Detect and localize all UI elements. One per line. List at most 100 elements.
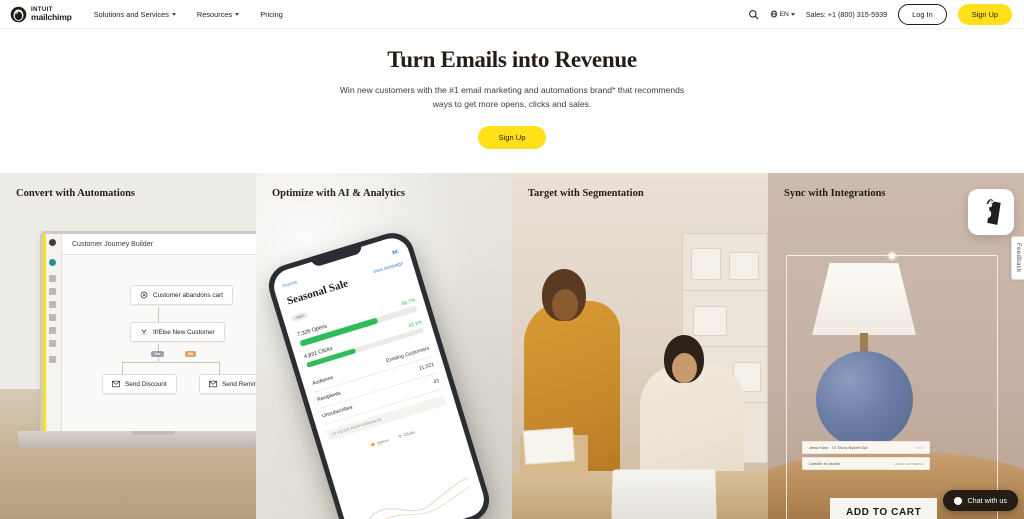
sidebar-search-icon[interactable] bbox=[49, 356, 56, 364]
legend-label: Opens bbox=[376, 437, 390, 446]
legend-item-clicks: Clicks bbox=[397, 429, 415, 439]
journey-node-send-discount[interactable]: Send Discount bbox=[102, 374, 177, 395]
paper-stack bbox=[522, 427, 576, 465]
shopify-bag-icon bbox=[983, 199, 1001, 225]
locale-selector[interactable]: EN bbox=[770, 10, 795, 18]
page-title: Turn Emails into Revenue bbox=[387, 47, 637, 72]
back-link[interactable]: Reports bbox=[282, 279, 298, 289]
storage-box bbox=[693, 306, 727, 337]
row-label: Recipients bbox=[316, 390, 342, 404]
sidebar-item-campaigns-icon[interactable] bbox=[49, 288, 56, 296]
app-topbar-title: Customer Journey Builder bbox=[72, 240, 153, 248]
card-optimize-with-ai-analytics[interactable]: Optimize with AI & Analytics Reports ▮▮▯… bbox=[256, 173, 512, 519]
globe-icon bbox=[770, 10, 777, 18]
sidebar-item-content-icon[interactable] bbox=[49, 314, 56, 322]
chat-bubble-icon bbox=[954, 496, 963, 505]
storage-box bbox=[729, 252, 759, 281]
login-button[interactable]: Log In bbox=[898, 3, 947, 25]
nav-item-solutions[interactable]: Solutions and Services bbox=[94, 10, 176, 19]
sidebar-logo-icon bbox=[49, 239, 56, 247]
split-branch-icon bbox=[140, 328, 148, 336]
nav-item-pricing[interactable]: Pricing bbox=[260, 10, 283, 19]
connector-line bbox=[219, 362, 220, 375]
card-convert-with-automations[interactable]: Convert with Automations Customer Journe… bbox=[0, 173, 256, 519]
card-sync-with-integrations[interactable]: Jessi Klein · I'll Show Myself Out N-Y C… bbox=[768, 173, 1024, 519]
person-standing-face bbox=[552, 289, 578, 322]
search-icon[interactable] bbox=[748, 9, 759, 20]
node-label: Customer abandons cart bbox=[153, 291, 223, 299]
signal-icons: ▮▮▯ bbox=[391, 248, 400, 255]
node-label: If/Else New Customer bbox=[153, 328, 215, 336]
feedback-tab[interactable]: Feedback bbox=[1011, 236, 1024, 280]
add-to-cart-button[interactable]: ADD TO CART bbox=[830, 498, 938, 519]
person-seated-face bbox=[672, 353, 697, 384]
book-spine-mark: N-Y bbox=[917, 445, 923, 450]
product-scene: Jessi Klein · I'll Show Myself Out N-Y C… bbox=[768, 173, 1024, 519]
play-circle-icon bbox=[140, 291, 148, 299]
sidebar-item-reports-icon[interactable] bbox=[49, 340, 56, 348]
branch-label-yes: Yes bbox=[151, 351, 164, 358]
connector-line bbox=[122, 362, 219, 364]
status-badge: Sent bbox=[291, 311, 308, 322]
node-label: Send Discount bbox=[125, 380, 167, 388]
lamp-shade bbox=[812, 263, 916, 336]
book-item: Jessi Klein · I'll Show Myself Out N-Y bbox=[802, 441, 930, 455]
feature-card-grid: Convert with Automations Customer Journe… bbox=[0, 173, 1024, 519]
lamp-base bbox=[816, 351, 913, 449]
card-title: Optimize with AI & Analytics bbox=[272, 188, 405, 200]
header-actions: EN Sales: +1 (800) 315-5939 Log In Sign … bbox=[748, 3, 1012, 25]
envelope-icon bbox=[112, 380, 120, 388]
legend-swatch bbox=[370, 442, 375, 447]
book-item: Camille et Vanille ANNA GOTTARDA bbox=[802, 457, 930, 471]
logo-line-mailchimp: mailchimp bbox=[31, 11, 72, 22]
hero-subtitle: Win new customers with the #1 email mark… bbox=[339, 85, 685, 109]
book-spine-mark: ANNA GOTTARDA bbox=[894, 461, 923, 466]
nav-label: Solutions and Services bbox=[93, 9, 169, 19]
row-label: Unsubscribes bbox=[321, 404, 354, 420]
nav-label: Pricing bbox=[260, 9, 283, 19]
sidebar-item-dashboard-icon[interactable] bbox=[49, 275, 56, 283]
legend-swatch bbox=[397, 433, 403, 439]
node-label: Send Reminder bbox=[222, 380, 256, 388]
row-value: 11,021 bbox=[418, 361, 435, 373]
journey-node-trigger[interactable]: Customer abandons cart bbox=[130, 285, 233, 306]
site-header: INTUIT mailchimp Solutions and Services … bbox=[0, 0, 1024, 29]
legend-label: Clicks bbox=[403, 429, 416, 438]
book-stack: Jessi Klein · I'll Show Myself Out N-Y C… bbox=[802, 441, 930, 473]
locale-label: EN bbox=[779, 10, 789, 18]
chat-widget-button[interactable]: Chat with us bbox=[943, 490, 1018, 511]
sidebar-accent-bar bbox=[43, 234, 46, 432]
chevron-down-icon bbox=[235, 13, 240, 16]
hero-section: Turn Emails into Revenue Win new custome… bbox=[0, 29, 1024, 174]
signup-button[interactable]: Sign Up bbox=[957, 3, 1012, 25]
legend-item-opens: Opens bbox=[370, 437, 389, 447]
mailchimp-logo-icon bbox=[10, 6, 27, 23]
ar-handle-dot[interactable] bbox=[889, 253, 895, 260]
logo-wordmark: INTUIT mailchimp bbox=[31, 6, 72, 22]
sidebar-item-audience-icon[interactable] bbox=[49, 301, 56, 309]
app-topbar: Customer Journey Builder bbox=[62, 234, 256, 256]
sidebar-item-automations-icon[interactable] bbox=[49, 327, 56, 335]
connector-line bbox=[122, 362, 123, 375]
office-scene bbox=[512, 173, 768, 519]
mailchimp-logo[interactable]: INTUIT mailchimp bbox=[10, 6, 72, 23]
sales-phone-link[interactable]: Sales: +1 (800) 315-5939 bbox=[806, 10, 887, 19]
card-title: Sync with Integrations bbox=[784, 188, 886, 200]
laptop-notch bbox=[131, 431, 175, 436]
storage-box bbox=[691, 248, 721, 281]
nav-item-resources[interactable]: Resources bbox=[197, 10, 240, 19]
journey-node-send-reminder[interactable]: Send Reminder bbox=[199, 374, 256, 395]
hero-signup-button[interactable]: Sign Up bbox=[478, 126, 546, 150]
view-campaign-link[interactable]: View campaign bbox=[373, 260, 404, 274]
branch-label-no: No bbox=[185, 351, 197, 358]
app-sidebar bbox=[43, 234, 62, 432]
journey-node-condition[interactable]: If/Else New Customer bbox=[130, 322, 225, 343]
card-target-with-segmentation[interactable]: Target with Segmentation bbox=[512, 173, 768, 519]
laptop-device bbox=[611, 469, 717, 519]
shopify-integration-chip[interactable] bbox=[968, 189, 1014, 236]
laptop-screen: Customer Journey Builder Customer abando… bbox=[40, 231, 256, 432]
sidebar-item-create-icon[interactable] bbox=[49, 259, 56, 267]
chat-widget-label: Chat with us bbox=[967, 496, 1007, 505]
chevron-down-icon bbox=[171, 13, 176, 16]
row-label: Audience bbox=[311, 374, 335, 387]
